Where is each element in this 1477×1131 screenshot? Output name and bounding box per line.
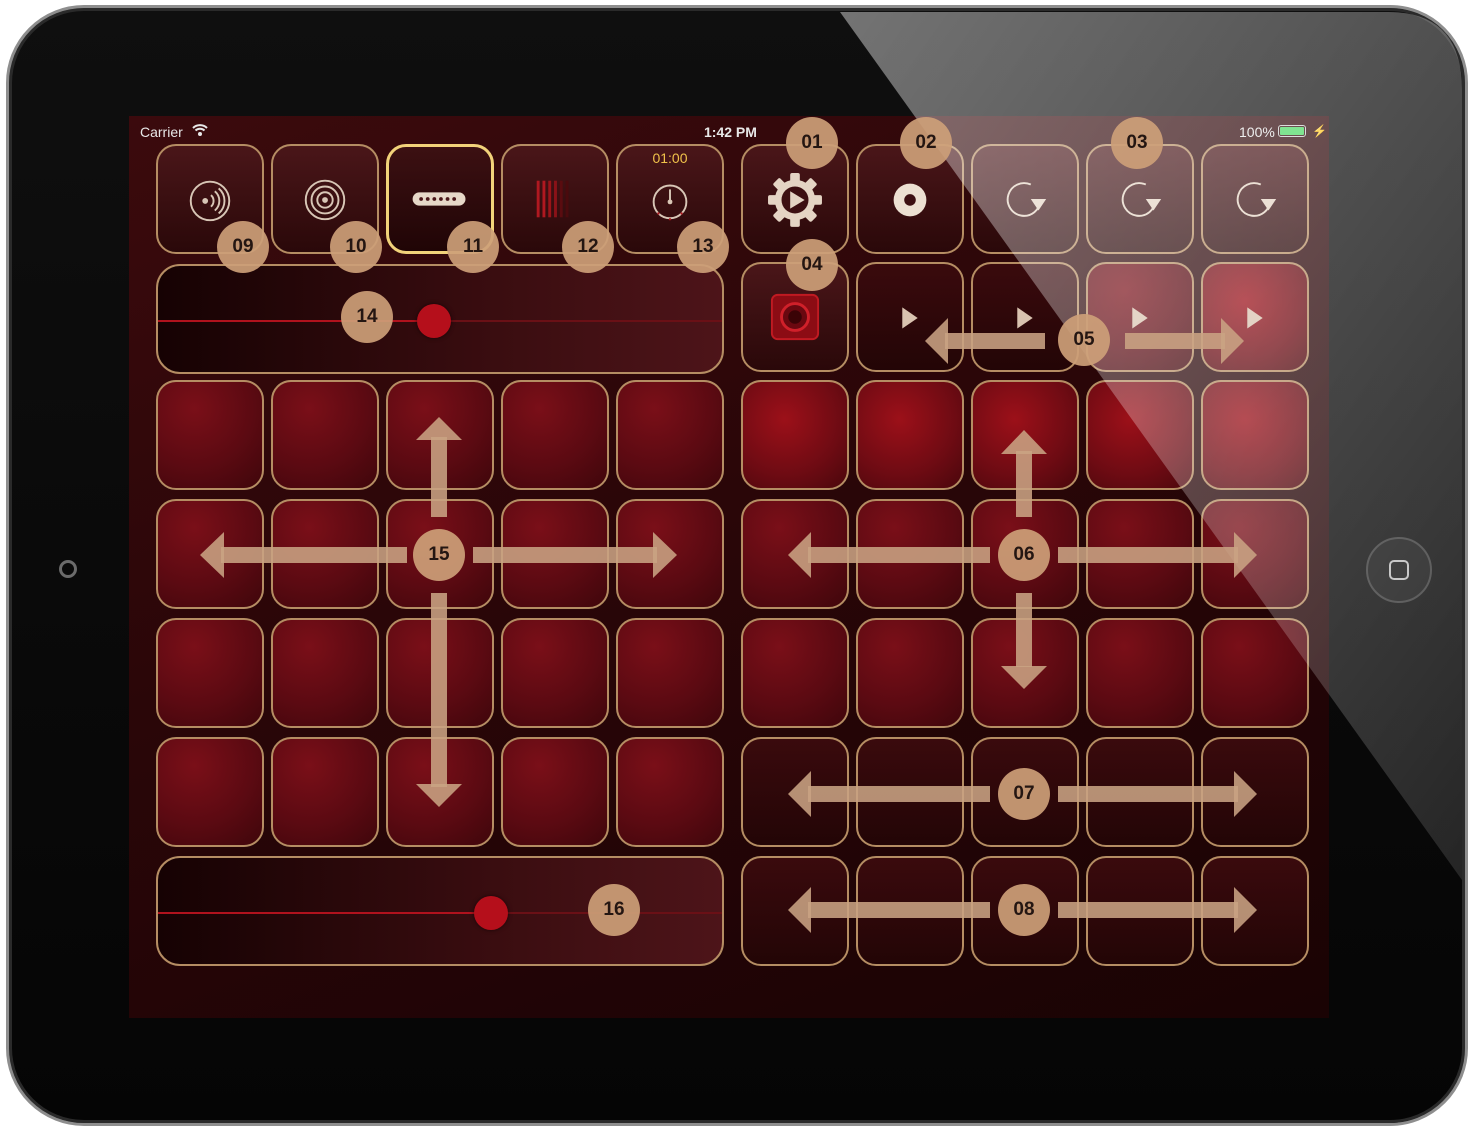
app-screen: Carrier 1:42 PM 100% ⚡ 01:00 <box>129 116 1329 1018</box>
right-pad[interactable] <box>1201 737 1309 847</box>
callout-08: 08 <box>998 884 1050 936</box>
wifi-icon <box>192 124 208 136</box>
play-triangle-icon <box>902 307 918 329</box>
callout-03: 03 <box>1111 117 1163 169</box>
callout-04: 04 <box>786 239 838 291</box>
callout-14: 14 <box>341 291 393 343</box>
callout-05: 05 <box>1058 314 1110 366</box>
right-pad[interactable] <box>1201 380 1309 490</box>
right-pad[interactable] <box>741 499 849 609</box>
left-pad[interactable] <box>386 737 494 847</box>
right-pad[interactable] <box>856 499 964 609</box>
loop-arrow-icon <box>1006 182 1047 217</box>
top-slider-knob[interactable] <box>417 304 451 338</box>
right-pad[interactable] <box>1086 380 1194 490</box>
right-pad[interactable] <box>1201 618 1309 728</box>
right-pad[interactable] <box>1086 618 1194 728</box>
left-pad[interactable] <box>616 737 724 847</box>
loop-arrow-icon <box>1236 182 1277 217</box>
charging-icon: ⚡ <box>1312 124 1327 138</box>
right-pad[interactable] <box>1086 856 1194 966</box>
right-pad[interactable] <box>741 737 849 847</box>
callout-06: 06 <box>998 529 1050 581</box>
play-pad-4[interactable] <box>1201 262 1309 372</box>
right-pad[interactable] <box>856 380 964 490</box>
loop-button-3[interactable] <box>1201 144 1309 254</box>
left-pad[interactable] <box>386 618 494 728</box>
right-pad[interactable] <box>741 380 849 490</box>
battery-percent: 100% <box>1239 124 1275 140</box>
left-pad[interactable] <box>501 737 609 847</box>
left-pad[interactable] <box>156 380 264 490</box>
right-pad[interactable] <box>1201 856 1309 966</box>
left-pad[interactable] <box>271 499 379 609</box>
left-pad[interactable] <box>501 618 609 728</box>
callout-07: 07 <box>998 768 1050 820</box>
left-pad[interactable] <box>616 499 724 609</box>
right-pad[interactable] <box>1201 499 1309 609</box>
battery-icon <box>1278 125 1306 137</box>
left-pad[interactable] <box>501 499 609 609</box>
right-pad[interactable] <box>856 737 964 847</box>
callout-10: 10 <box>330 221 382 273</box>
right-pad[interactable] <box>856 618 964 728</box>
right-pad[interactable] <box>1086 737 1194 847</box>
left-pad[interactable] <box>616 618 724 728</box>
left-pad[interactable] <box>271 618 379 728</box>
callout-16: 16 <box>588 884 640 936</box>
callout-09: 09 <box>217 221 269 273</box>
callout-11: 11 <box>447 221 499 273</box>
carrier-label: Carrier <box>140 124 183 140</box>
top-slider[interactable] <box>156 264 724 374</box>
callout-02: 02 <box>900 117 952 169</box>
loop-button-1[interactable] <box>971 144 1079 254</box>
left-pad[interactable] <box>501 380 609 490</box>
play-triangle-icon <box>1247 307 1263 329</box>
camera-icon <box>59 560 77 578</box>
left-pad[interactable] <box>156 737 264 847</box>
bottom-slider-knob[interactable] <box>474 896 508 930</box>
right-pad[interactable] <box>1086 499 1194 609</box>
callout-12: 12 <box>562 221 614 273</box>
home-square-icon <box>1389 560 1409 580</box>
left-pad[interactable] <box>156 499 264 609</box>
right-pad[interactable] <box>971 380 1079 490</box>
callout-13: 13 <box>677 221 729 273</box>
left-pad[interactable] <box>616 380 724 490</box>
clock-label: 1:42 PM <box>704 124 757 140</box>
right-pad[interactable] <box>741 856 849 966</box>
right-pad[interactable] <box>741 618 849 728</box>
right-pad[interactable] <box>971 618 1079 728</box>
left-pad[interactable] <box>271 380 379 490</box>
right-pad[interactable] <box>856 856 964 966</box>
callout-01: 01 <box>786 117 838 169</box>
left-pad[interactable] <box>156 618 264 728</box>
home-button[interactable] <box>1366 537 1432 603</box>
left-pad[interactable] <box>271 737 379 847</box>
play-pad-1[interactable] <box>856 262 964 372</box>
left-pad[interactable] <box>386 380 494 490</box>
callout-15: 15 <box>413 529 465 581</box>
